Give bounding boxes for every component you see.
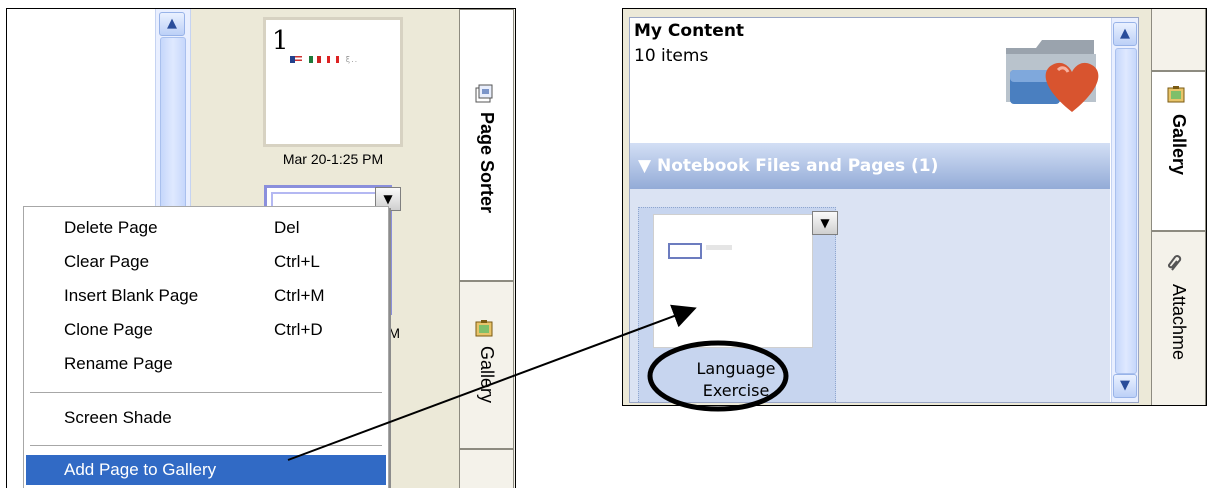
page-thumbnail-1[interactable]: 1 ξ.. xyxy=(263,17,403,147)
tab-gallery-label: Gallery xyxy=(1169,114,1189,176)
tab-previous[interactable] xyxy=(1152,9,1206,71)
dropdown-arrow-icon: ▼ xyxy=(820,216,830,230)
menu-item-shortcut: Del xyxy=(274,218,300,237)
my-content-count: 10 items xyxy=(634,46,709,66)
tab-attachments-label: Attachme xyxy=(1169,284,1189,361)
menu-item-label: Insert Blank Page xyxy=(64,286,199,305)
page-sorter-icon xyxy=(475,84,493,103)
chevron-down-icon: ▼ xyxy=(1120,378,1130,393)
side-tab-strip: Gallery Attachme xyxy=(1151,9,1206,405)
scroll-up-button[interactable]: ▲ xyxy=(159,12,185,36)
gallery-item-label: Language Exercise xyxy=(639,358,833,402)
notebook-files-area: Language Exercise ▼ xyxy=(630,189,1110,402)
menu-item-shortcut: Ctrl+D xyxy=(274,320,323,339)
menu-item-label: Delete Page xyxy=(64,218,158,237)
page-number: 1 xyxy=(272,26,289,56)
gallery-item-label-line2: Exercise xyxy=(702,381,770,400)
menu-separator xyxy=(30,392,382,393)
paperclip-icon xyxy=(1168,255,1182,271)
tab-page-sorter[interactable]: Page Sorter xyxy=(460,9,514,281)
menu-item-label: Rename Page xyxy=(64,354,173,373)
notebook-files-section-header[interactable]: ▼ Notebook Files and Pages (1) xyxy=(630,143,1110,189)
chevron-up-icon: ▲ xyxy=(167,16,177,31)
menu-item-label: Add Page to Gallery xyxy=(64,460,217,479)
gallery-icon xyxy=(475,320,493,337)
side-tab-strip: Page Sorter Gallery xyxy=(459,9,515,488)
chevron-up-icon: ▲ xyxy=(1120,26,1130,41)
gallery-item-language-exercise[interactable]: Language Exercise xyxy=(638,207,836,402)
menu-item-add-page-to-gallery[interactable]: Add Page to Gallery xyxy=(26,455,386,485)
gallery-item-thumbnail xyxy=(653,214,813,348)
menu-separator xyxy=(30,445,382,446)
menu-item-label: Clone Page xyxy=(64,320,153,339)
tab-next[interactable] xyxy=(460,449,514,488)
scrollbar-thumb[interactable] xyxy=(1115,48,1137,374)
tab-gallery[interactable]: Gallery xyxy=(1152,71,1206,231)
tab-gallery-label: Gallery xyxy=(477,346,497,404)
menu-item-shortcut: Ctrl+M xyxy=(274,286,325,305)
page-sorter-panel: ▲ 1 ξ.. Mar 20-1:25 PM ▼ PM Page Sorter … xyxy=(6,8,516,488)
scroll-down-button[interactable]: ▼ xyxy=(1113,374,1137,398)
thumbnail-graphic xyxy=(706,245,732,250)
menu-item-insert-blank-page[interactable]: Insert Blank Page Ctrl+M xyxy=(26,281,386,311)
thumbnail-graphic xyxy=(668,243,702,259)
menu-item-screen-shade[interactable]: Screen Shade xyxy=(26,403,386,433)
menu-item-clone-page[interactable]: Clone Page Ctrl+D xyxy=(26,315,386,345)
tab-page-sorter-label: Page Sorter xyxy=(477,112,497,214)
menu-item-label: Clear Page xyxy=(64,252,150,271)
gallery-content-list: My Content 10 items ▼ Notebook Files and… xyxy=(629,17,1139,403)
menu-item-shortcut: Ctrl+L xyxy=(274,252,320,271)
page-1-timestamp: Mar 20-1:25 PM xyxy=(282,151,384,167)
page-context-menu: Delete Page Del Clear Page Ctrl+L Insert… xyxy=(23,206,389,488)
gallery-icon xyxy=(1167,86,1185,103)
tab-gallery[interactable]: Gallery xyxy=(460,281,514,449)
flags-graphic: ξ.. xyxy=(290,55,358,64)
tab-attachments[interactable]: Attachme xyxy=(1152,231,1206,405)
menu-item-clear-page[interactable]: Clear Page Ctrl+L xyxy=(26,247,386,277)
my-content-folder-heart-icon[interactable] xyxy=(1002,26,1102,116)
my-content-title[interactable]: My Content xyxy=(634,21,744,41)
menu-item-delete-page[interactable]: Delete Page Del xyxy=(26,213,386,243)
gallery-item-label-line1: Language xyxy=(696,359,776,378)
gallery-panel: My Content 10 items ▼ Notebook Files and… xyxy=(622,8,1207,406)
gallery-scrollbar[interactable]: ▲ ▼ xyxy=(1111,18,1138,402)
menu-item-label: Screen Shade xyxy=(64,408,172,427)
scroll-up-button[interactable]: ▲ xyxy=(1113,22,1137,46)
menu-item-rename-page[interactable]: Rename Page xyxy=(26,349,386,379)
dropdown-arrow-icon: ▼ xyxy=(383,192,393,206)
gallery-item-dropdown-button[interactable]: ▼ xyxy=(812,211,838,235)
